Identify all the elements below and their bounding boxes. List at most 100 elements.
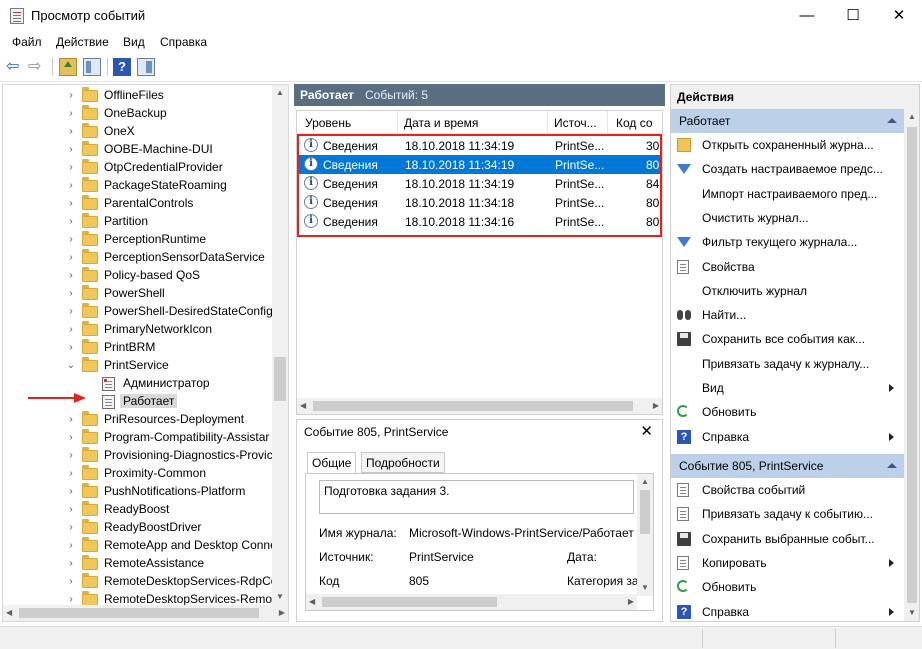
collapsed-chevron-icon[interactable]: › — [65, 195, 77, 213]
tree-item[interactable]: › RemoteDesktopServices-RdpCo — [3, 573, 277, 591]
scroll-down-arrow-icon[interactable]: ▼ — [637, 580, 653, 596]
scroll-thumb[interactable] — [640, 490, 650, 534]
collapsed-chevron-icon[interactable]: › — [65, 447, 77, 465]
menu-action[interactable]: Действие — [56, 35, 109, 49]
action-item[interactable]: Найти... — [671, 303, 904, 327]
tree-item[interactable]: › OfflineFiles — [3, 87, 275, 105]
events-horizontal-scrollbar[interactable]: ◀ ▶ — [297, 398, 662, 414]
collapsed-chevron-icon[interactable]: › — [65, 87, 77, 105]
action-item[interactable]: Привязать задачу к журналу... — [671, 352, 904, 376]
scroll-up-arrow-icon[interactable]: ▲ — [637, 474, 653, 490]
tree-item[interactable]: › RemoteAssistance — [3, 555, 275, 573]
scroll-right-arrow-icon[interactable]: ▶ — [628, 594, 634, 610]
tree-item[interactable]: › ReadyBoostDriver — [3, 519, 275, 537]
tree-item[interactable]: › OneX — [3, 123, 275, 141]
collapsed-chevron-icon[interactable]: › — [65, 429, 77, 447]
tree-item[interactable]: › Policy-based QoS — [3, 267, 275, 285]
show-action-pane-icon[interactable] — [137, 58, 155, 76]
collapsed-chevron-icon[interactable]: › — [65, 105, 77, 123]
action-item[interactable]: Сохранить выбранные событ... — [671, 527, 904, 551]
collapsed-chevron-icon[interactable]: › — [65, 555, 77, 573]
scroll-down-arrow-icon[interactable]: ▼ — [272, 589, 288, 605]
action-item[interactable]: Фильтр текущего журнала... — [671, 230, 904, 254]
collapsed-chevron-icon[interactable]: › — [65, 483, 77, 501]
action-item[interactable]: ? Справка — [671, 600, 904, 622]
maximize-button[interactable]: ☐ — [830, 0, 876, 31]
actions-vertical-scrollbar[interactable]: ▲ ▼ — [904, 109, 919, 621]
tree-item[interactable]: › Proximity-Common — [3, 465, 275, 483]
collapsed-chevron-icon[interactable]: › — [65, 321, 77, 339]
show-hide-tree-icon[interactable] — [83, 58, 101, 76]
action-item[interactable]: Свойства событий — [671, 478, 904, 502]
tree-item[interactable]: › PerceptionSensorDataService — [3, 249, 275, 267]
column-source[interactable]: Источ... — [554, 116, 597, 130]
tree-item[interactable]: › Program-Compatibility-Assistar — [3, 429, 275, 447]
menu-view[interactable]: Вид — [123, 35, 145, 49]
event-description-box[interactable]: Подготовка задания 3. — [319, 480, 634, 514]
tree-item[interactable]: › PowerShell-DesiredStateConfigu — [3, 303, 279, 321]
action-item[interactable]: Свойства — [671, 255, 904, 279]
scroll-down-arrow-icon[interactable]: ▼ — [904, 605, 919, 621]
tree-item[interactable]: › PowerShell — [3, 285, 275, 303]
tab-general[interactable]: Общие — [307, 452, 357, 474]
tree-item[interactable]: › ReadyBoost — [3, 501, 275, 519]
back-arrow-icon[interactable]: ⇦ — [6, 58, 24, 76]
action-item[interactable]: Сохранить все события как... — [671, 327, 904, 351]
scroll-thumb[interactable] — [274, 357, 286, 401]
tree-item[interactable]: › PriResources-Deployment — [3, 411, 275, 429]
menu-help[interactable]: Справка — [160, 35, 207, 49]
scroll-thumb[interactable] — [313, 401, 633, 411]
action-item[interactable]: Создать настраиваемое предс... — [671, 157, 904, 181]
collapsed-chevron-icon[interactable]: › — [65, 303, 77, 321]
action-item[interactable]: Обновить — [671, 575, 904, 599]
tree-item[interactable]: › OtpCredentialProvider — [3, 159, 275, 177]
tab-details[interactable]: Подробности — [361, 452, 445, 473]
collapsed-chevron-icon[interactable]: › — [65, 285, 77, 303]
close-icon[interactable]: ✕ — [640, 422, 653, 440]
collapsed-chevron-icon[interactable]: › — [65, 141, 77, 159]
action-item[interactable]: Вид — [671, 376, 904, 400]
collapsed-chevron-icon[interactable]: › — [65, 231, 77, 249]
actions-section-log[interactable]: Работает — [671, 109, 904, 133]
collapsed-chevron-icon[interactable]: › — [65, 573, 77, 591]
tree-horizontal-scrollbar[interactable]: ◀ ▶ — [3, 605, 288, 621]
action-item[interactable]: Копировать — [671, 551, 904, 575]
collapsed-chevron-icon[interactable]: › — [65, 249, 77, 267]
tree-item[interactable]: › PrimaryNetworkIcon — [3, 321, 275, 339]
tree-vertical-scrollbar[interactable]: ▲ ▼ — [272, 85, 288, 605]
column-event-id[interactable]: Код со — [616, 116, 653, 130]
tree-item[interactable]: Работает — [3, 393, 275, 411]
collapsed-chevron-icon[interactable]: › — [65, 501, 77, 519]
scroll-thumb[interactable] — [19, 608, 259, 618]
action-item[interactable]: Отключить журнал — [671, 279, 904, 303]
scroll-thumb[interactable] — [322, 597, 497, 607]
action-item[interactable]: Импорт настраиваемого пред... — [671, 182, 904, 206]
collapsed-chevron-icon[interactable]: › — [65, 213, 77, 231]
tree-item[interactable]: › OOBE-Machine-DUI — [3, 141, 275, 159]
tree-item[interactable]: › Partition — [3, 213, 275, 231]
detail-horizontal-scrollbar[interactable]: ◀ ▶ — [306, 594, 637, 610]
collapse-caret-icon[interactable] — [887, 118, 897, 123]
scroll-left-arrow-icon[interactable]: ◀ — [309, 594, 315, 610]
tree-item[interactable]: ⌄ PrintService — [3, 357, 275, 375]
column-level[interactable]: Уровень — [305, 116, 351, 130]
forward-arrow-icon[interactable]: ⇨ — [28, 58, 46, 76]
collapsed-chevron-icon[interactable]: › — [65, 411, 77, 429]
collapse-caret-icon[interactable] — [887, 463, 897, 468]
collapsed-chevron-icon[interactable]: › — [65, 177, 77, 195]
actions-section-event[interactable]: Событие 805, PrintService — [671, 454, 904, 478]
scroll-up-arrow-icon[interactable]: ▲ — [272, 85, 288, 101]
close-button[interactable]: ✕ — [876, 0, 922, 31]
tree-item[interactable]: › PushNotifications-Platform — [3, 483, 275, 501]
collapsed-chevron-icon[interactable]: › — [65, 537, 77, 555]
up-folder-icon[interactable] — [59, 58, 77, 76]
tree-item[interactable]: › ParentalControls — [3, 195, 275, 213]
scroll-right-arrow-icon[interactable]: ▶ — [653, 398, 659, 414]
scroll-up-arrow-icon[interactable]: ▲ — [904, 109, 919, 125]
action-item[interactable]: Открыть сохраненный журна... — [671, 133, 904, 157]
tree-item[interactable]: › Provisioning-Diagnostics-Provic — [3, 447, 275, 465]
minimize-button[interactable]: — — [784, 0, 830, 31]
collapsed-chevron-icon[interactable]: › — [65, 123, 77, 141]
help-icon[interactable]: ? — [113, 58, 131, 76]
collapsed-chevron-icon[interactable]: › — [65, 339, 77, 357]
